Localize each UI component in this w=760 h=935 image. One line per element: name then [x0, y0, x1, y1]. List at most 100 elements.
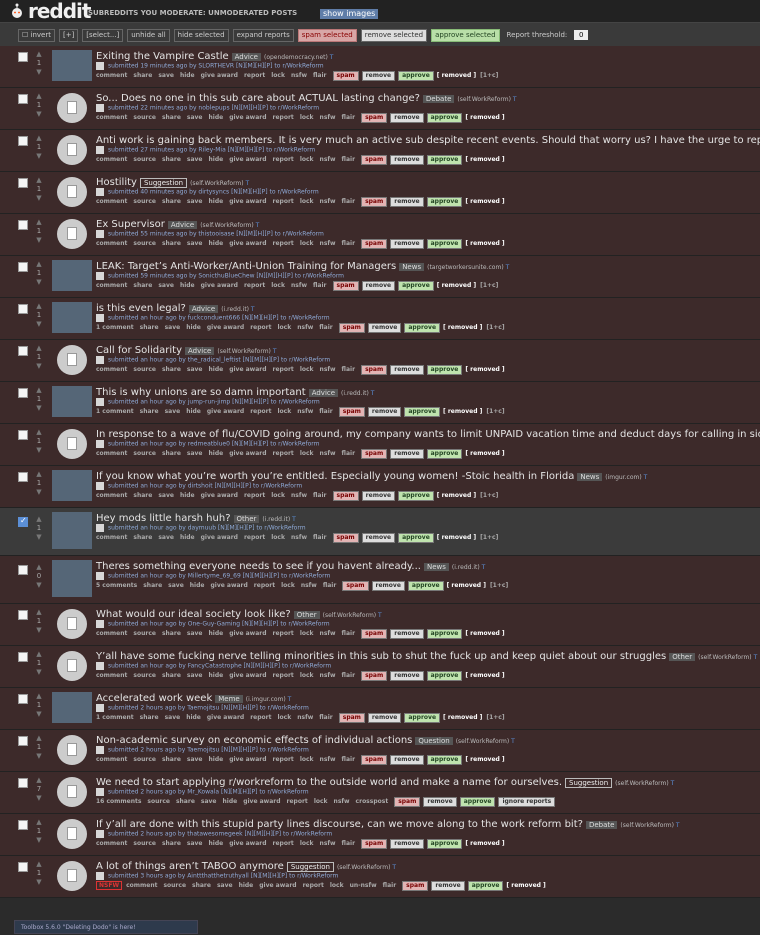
report-link[interactable]: report — [250, 714, 271, 721]
flair-link[interactable]: flair — [342, 756, 356, 763]
approve-button[interactable]: approve — [398, 491, 434, 501]
spam-button[interactable]: spam — [332, 491, 359, 501]
remove-button[interactable]: remove — [367, 713, 402, 723]
nsfw-link[interactable]: nsfw — [320, 114, 336, 121]
give-award-link[interactable]: give award — [207, 714, 244, 721]
hide-link[interactable]: hide — [180, 492, 195, 499]
upvote-arrow-icon[interactable]: ▲ — [33, 428, 45, 437]
post-title[interactable]: What would our ideal society look like? — [96, 609, 291, 620]
hide-link[interactable]: hide — [209, 198, 224, 205]
source-link[interactable]: source — [133, 240, 156, 247]
lock-link[interactable]: lock — [300, 756, 314, 763]
hide-link[interactable]: hide — [186, 324, 201, 331]
hide-link[interactable]: hide — [180, 72, 195, 79]
spam-selected-button[interactable]: spam selected — [297, 28, 357, 42]
save-link[interactable]: save — [168, 582, 184, 589]
spam-button[interactable]: spam — [361, 365, 388, 375]
downvote-arrow-icon[interactable]: ▼ — [33, 533, 45, 542]
spam-button[interactable]: spam — [338, 407, 365, 417]
give-award-link[interactable]: give award — [210, 582, 247, 589]
remove-button[interactable]: remove — [390, 155, 424, 165]
report-link[interactable]: report — [250, 408, 271, 415]
comments-link[interactable]: comment — [96, 72, 127, 79]
save-link[interactable]: save — [165, 324, 181, 331]
spam-button[interactable]: spam — [332, 281, 359, 291]
remove-button[interactable]: remove — [423, 797, 457, 807]
post-title[interactable]: Call for Solidarity — [96, 345, 182, 356]
comments-link[interactable]: comment — [96, 672, 127, 679]
self-post-thumbnail-icon[interactable] — [57, 219, 87, 249]
approve-button[interactable]: approve — [404, 407, 441, 417]
lock-link[interactable]: lock — [271, 282, 285, 289]
report-link[interactable]: report — [273, 114, 294, 121]
expand-icon[interactable] — [96, 704, 104, 712]
save-link[interactable]: save — [158, 72, 174, 79]
reports-count[interactable]: [1+c] — [486, 714, 504, 721]
downvote-arrow-icon[interactable]: ▼ — [33, 446, 45, 455]
post-domain[interactable]: (self.WorkReform) — [456, 738, 510, 745]
flair-link[interactable]: flair — [342, 840, 356, 847]
t-flag[interactable]: T — [480, 564, 486, 571]
share-link[interactable]: share — [162, 840, 181, 847]
downvote-arrow-icon[interactable]: ▼ — [33, 794, 45, 803]
un-nsfw-link[interactable]: un-nsfw — [350, 882, 377, 889]
lock-link[interactable]: lock — [300, 240, 314, 247]
comments-link[interactable]: comment — [96, 114, 127, 121]
approve-button[interactable]: approve — [426, 197, 463, 207]
expand-icon[interactable] — [96, 272, 104, 280]
hide-link[interactable]: hide — [180, 282, 195, 289]
upvote-arrow-icon[interactable]: ▲ — [33, 218, 45, 227]
downvote-arrow-icon[interactable]: ▼ — [33, 278, 45, 287]
post-title[interactable]: In response to a wave of flu/COVID going… — [96, 429, 760, 440]
self-post-thumbnail-icon[interactable] — [57, 609, 87, 639]
upvote-arrow-icon[interactable]: ▲ — [33, 92, 45, 101]
expand-icon[interactable] — [96, 788, 104, 796]
reports-count[interactable]: [1+c] — [486, 408, 504, 415]
share-link[interactable]: share — [162, 198, 181, 205]
post-title[interactable]: LEAK: Target’s Anti-Worker/Anti-Union Tr… — [96, 261, 396, 272]
post-domain[interactable]: (self.WorkReform) — [337, 864, 391, 871]
remove-button[interactable]: remove — [367, 323, 402, 333]
nsfw-link[interactable]: nsfw — [291, 534, 307, 541]
source-link[interactable]: source — [133, 114, 156, 121]
post-title[interactable]: Y’all have some fucking nerve telling mi… — [96, 651, 666, 662]
spam-button[interactable]: spam — [361, 671, 388, 681]
share-link[interactable]: share — [133, 534, 152, 541]
invert-button[interactable]: ☐ invert — [18, 28, 55, 42]
nsfw-link[interactable]: nsfw — [291, 282, 307, 289]
hide-link[interactable]: hide — [239, 882, 254, 889]
source-link[interactable]: source — [133, 366, 156, 373]
post-domain[interactable]: (opendemocracy.net) — [264, 54, 328, 61]
expand-icon[interactable] — [96, 230, 104, 238]
flair-link[interactable]: flair — [319, 714, 333, 721]
post-domain[interactable]: (i.redd.it) — [341, 390, 369, 397]
hide-link[interactable]: hide — [180, 534, 195, 541]
downvote-arrow-icon[interactable]: ▼ — [33, 68, 45, 77]
report-link[interactable]: report — [273, 756, 294, 763]
upvote-arrow-icon[interactable]: ▲ — [33, 386, 45, 395]
lock-link[interactable]: lock — [300, 198, 314, 205]
give-award-link[interactable]: give award — [229, 156, 266, 163]
t-flag[interactable]: T — [290, 516, 296, 523]
give-award-link[interactable]: give award — [201, 72, 238, 79]
save-link[interactable]: save — [187, 630, 203, 637]
hide-selected-button[interactable]: hide selected — [173, 28, 229, 42]
report-link[interactable]: report — [250, 324, 271, 331]
remove-button[interactable]: remove — [390, 365, 424, 375]
lock-link[interactable]: lock — [330, 882, 344, 889]
share-link[interactable]: share — [162, 756, 181, 763]
t-flag[interactable]: T — [674, 822, 680, 829]
upvote-arrow-icon[interactable]: ▲ — [33, 692, 45, 701]
nsfw-link[interactable]: nsfw — [297, 714, 313, 721]
downvote-arrow-icon[interactable]: ▼ — [33, 878, 45, 887]
report-link[interactable]: report — [273, 840, 294, 847]
save-link[interactable]: save — [187, 198, 203, 205]
flair-link[interactable]: flair — [342, 240, 356, 247]
approve-button[interactable]: approve — [398, 533, 434, 543]
downvote-arrow-icon[interactable]: ▼ — [33, 110, 45, 119]
share-link[interactable]: share — [162, 672, 181, 679]
post-select-checkbox[interactable] — [18, 610, 28, 620]
post-title[interactable]: If y’all are done with this stupid party… — [96, 819, 583, 830]
post-title[interactable]: Hey mods little harsh huh? — [96, 513, 231, 524]
self-post-thumbnail-icon[interactable] — [57, 429, 87, 459]
